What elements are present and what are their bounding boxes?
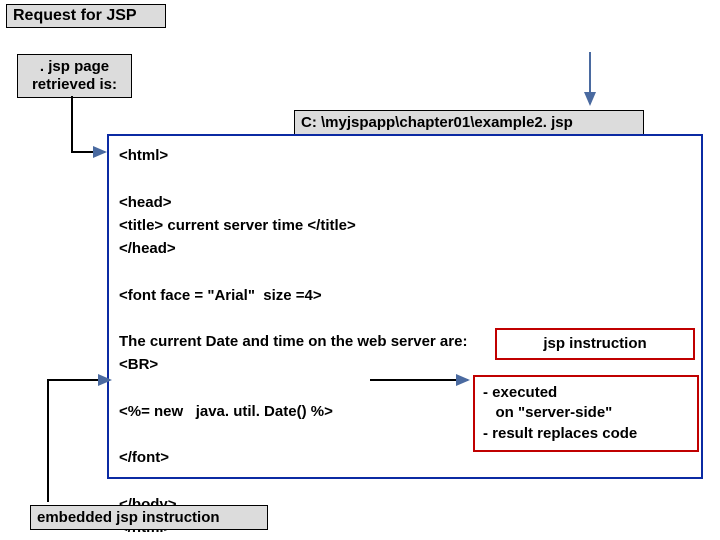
arrow-retrieved-to-code xyxy=(72,96,105,152)
retrieved-text: . jsp page retrieved is: xyxy=(32,58,117,93)
annotation-title-text: jsp instruction xyxy=(543,335,646,352)
annotation-title: jsp instruction xyxy=(495,328,695,360)
embedded-label: embedded jsp instruction xyxy=(30,505,268,530)
annotation-desc-text: - executed on "server-side" - result rep… xyxy=(483,384,637,442)
embedded-text: embedded jsp instruction xyxy=(37,509,220,526)
arrow-embedded-to-expr xyxy=(48,380,110,502)
file-path-text: C: \myjspapp\chapter01\example2. jsp xyxy=(301,114,573,131)
title-text: Request for JSP xyxy=(13,7,137,24)
file-path: C: \myjspapp\chapter01\example2. jsp xyxy=(294,110,644,135)
retrieved-label: . jsp page retrieved is: xyxy=(17,54,132,98)
annotation-desc: - executed on "server-side" - result rep… xyxy=(473,375,699,452)
title-box: Request for JSP xyxy=(6,4,166,28)
